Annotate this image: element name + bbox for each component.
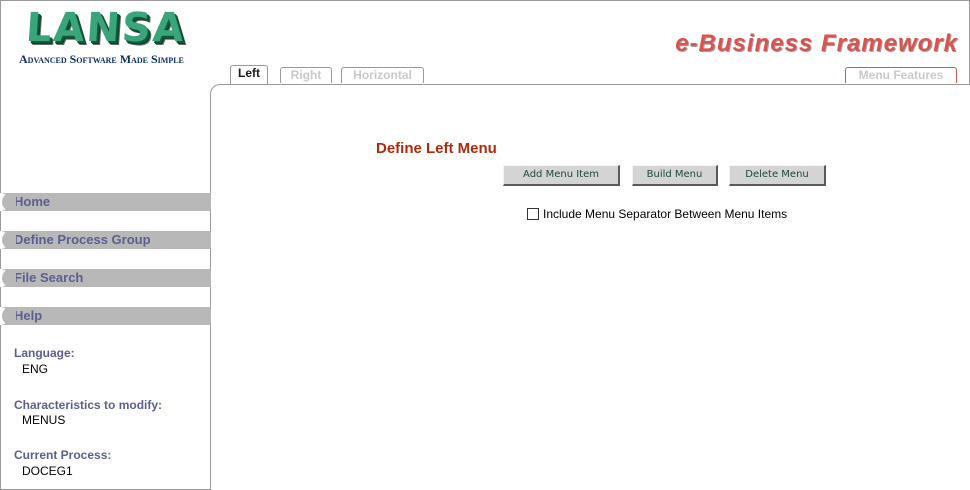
tab-left[interactable]: Left [230,65,268,84]
build-menu-button[interactable]: Build Menu [632,165,718,186]
sidebar-item-help[interactable]: Help [0,307,211,325]
add-menu-item-button[interactable]: Add Menu Item [503,165,620,186]
tab-right[interactable]: Right [280,67,332,83]
sidebar-item-file-search[interactable]: File Search [0,269,211,287]
sidebar-item-define-process-group[interactable]: Define Process Group [0,231,211,249]
separator-checkbox[interactable] [527,208,539,220]
content-panel [210,84,970,490]
sidebar-item-label: Home [14,194,51,209]
characteristics-value: MENUS [22,413,66,427]
language-value: ENG [22,362,49,376]
delete-menu-button[interactable]: Delete Menu [729,165,826,186]
page-title: Define Left Menu [376,140,497,157]
logo-tagline: Advanced Software Made Simple [19,52,184,66]
brand-title: e-Business Framework [675,30,958,57]
menu-features-tab[interactable]: Menu Features [845,67,957,83]
separator-option: Include Menu Separator Between Menu Item… [527,207,787,221]
lansa-logo: LANSA Advanced Software Made Simple [18,5,194,66]
current-process-value: DOCEG1 [22,464,73,478]
tab-horizontal[interactable]: Horizontal [341,67,424,83]
sidebar-item-label: Help [14,308,43,323]
separator-checkbox-label: Include Menu Separator Between Menu Item… [543,207,788,221]
sidebar-item-label: File Search [14,270,84,285]
characteristics-label: Characteristics to modify: [14,398,163,412]
sidebar-item-home[interactable]: Home [0,193,211,211]
language-label: Language: [14,346,75,360]
current-process-label: Current Process: [14,448,112,462]
logo-word: LANSA [24,5,188,51]
sidebar-item-label: Define Process Group [14,232,151,247]
